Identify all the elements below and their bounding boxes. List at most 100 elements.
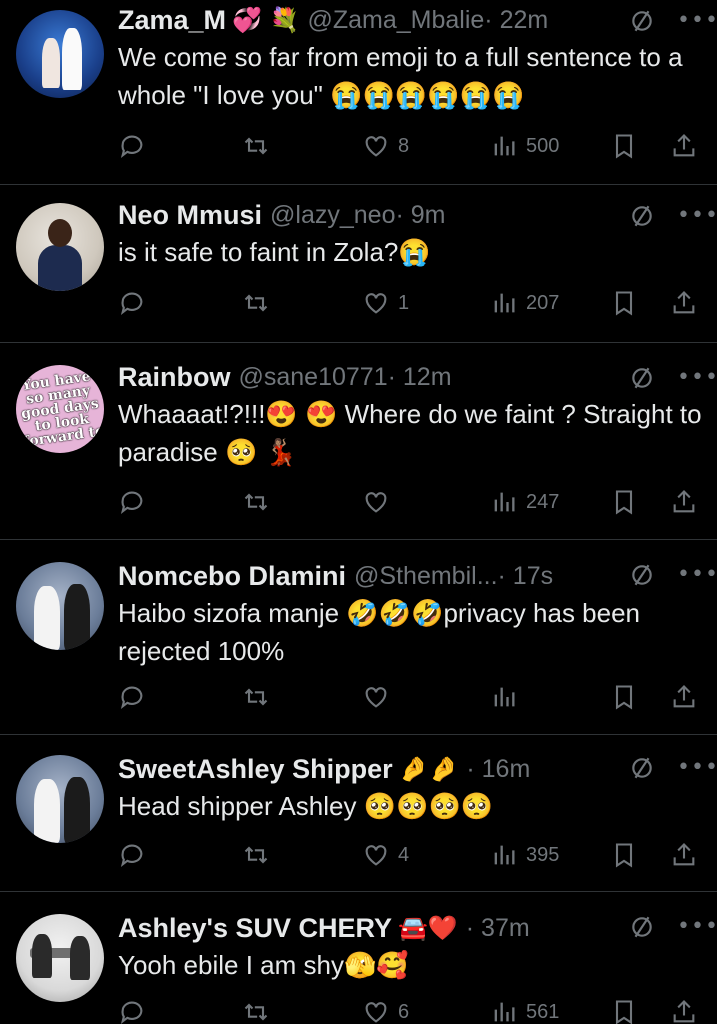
tweet-actions: 4 395 — [118, 835, 717, 875]
avatar-text: You have so many good days to look forwa… — [20, 368, 104, 451]
grok-icon[interactable] — [629, 203, 655, 229]
views-button[interactable]: 561 — [490, 998, 559, 1024]
share-button[interactable] — [670, 841, 698, 869]
avatar-figure — [38, 245, 82, 291]
avatar[interactable] — [16, 10, 104, 98]
tweet[interactable]: You have so many good days to look forwa… — [0, 343, 717, 540]
bookmark-button[interactable] — [610, 289, 638, 317]
grok-icon[interactable] — [629, 365, 655, 391]
tweet-header: Nomcebo Dlamini @Sthembil... · 17s — [118, 558, 705, 594]
tweet-header: Ashley's SUV CHERY 🚘❤️ · 37m — [118, 910, 705, 946]
retweet-button[interactable] — [242, 841, 278, 869]
like-count: 1 — [398, 291, 410, 314]
grok-icon[interactable] — [629, 914, 655, 940]
tweet-time[interactable]: · 16m — [466, 755, 530, 784]
share-icon — [673, 291, 695, 314]
more-icon[interactable]: ••• — [677, 8, 717, 34]
tweet[interactable]: Neo Mmusi @lazy_neo · 9m is it safe to f… — [0, 185, 717, 343]
more-icon[interactable]: ••• — [677, 562, 717, 588]
author-handle[interactable]: @lazy_neo — [270, 201, 395, 230]
avatar[interactable] — [16, 755, 104, 843]
tweet[interactable]: Nomcebo Dlamini @Sthembil... · 17s Haibo… — [0, 540, 717, 735]
heart-icon — [365, 136, 387, 157]
author-name[interactable]: Nomcebo Dlamini — [118, 561, 346, 592]
tweet[interactable]: SweetAshley Shipper 🤌🤌 · 16m Head shippe… — [0, 735, 717, 892]
tweet-header: Zama_M 💞 💐 @Zama_Mbalie · 22m — [118, 2, 705, 38]
bookmark-icon — [615, 1000, 633, 1024]
tweet-time[interactable]: · 12m — [388, 363, 452, 392]
bookmark-button[interactable] — [610, 841, 638, 869]
grok-icon[interactable] — [629, 755, 655, 781]
like-button[interactable]: 4 — [362, 841, 409, 869]
avatar-figure — [42, 38, 60, 88]
bookmark-button[interactable] — [610, 488, 638, 516]
more-icon[interactable]: ••• — [677, 203, 717, 229]
reply-icon — [120, 292, 143, 315]
share-button[interactable] — [670, 683, 698, 711]
tweet-time[interactable]: · 22m — [484, 6, 548, 35]
tweet[interactable]: Ashley's SUV CHERY 🚘❤️ · 37m Yooh ebile … — [0, 892, 717, 1024]
bookmark-button[interactable] — [610, 132, 638, 160]
tweet-actions: 8 500 — [118, 126, 717, 166]
avatar[interactable] — [16, 562, 104, 650]
views-button[interactable]: 207 — [490, 289, 559, 317]
share-button[interactable] — [670, 289, 698, 317]
retweet-button[interactable] — [242, 683, 278, 711]
retweet-button[interactable] — [242, 998, 278, 1024]
author-handle[interactable]: @sane10771 — [239, 363, 388, 392]
share-button[interactable] — [670, 998, 698, 1024]
views-button[interactable]: 395 — [490, 841, 559, 869]
heart-icon — [365, 845, 387, 866]
share-icon — [673, 490, 695, 513]
view-count: 561 — [526, 1000, 560, 1023]
tweet-time[interactable]: · 37m — [466, 914, 530, 943]
like-button[interactable]: 6 — [362, 998, 409, 1024]
reply-button[interactable] — [118, 132, 154, 160]
retweet-button[interactable] — [242, 132, 278, 160]
views-icon — [494, 845, 515, 865]
avatar[interactable] — [16, 914, 104, 1002]
views-button[interactable] — [490, 683, 526, 711]
more-icon[interactable]: ••• — [677, 365, 717, 391]
avatar[interactable] — [16, 203, 104, 291]
share-icon — [673, 843, 695, 866]
author-name[interactable]: Ashley's SUV CHERY — [118, 913, 392, 944]
like-button[interactable] — [362, 488, 398, 516]
grok-icon[interactable] — [629, 8, 655, 34]
view-count: 207 — [526, 291, 560, 314]
reply-button[interactable] — [118, 488, 154, 516]
retweet-button[interactable] — [242, 289, 278, 317]
retweet-icon — [244, 137, 268, 155]
like-count: 4 — [398, 843, 410, 866]
author-handle[interactable]: @Sthembil... — [354, 562, 497, 591]
reply-button[interactable] — [118, 683, 154, 711]
more-icon[interactable]: ••• — [677, 914, 717, 940]
reply-button[interactable] — [118, 289, 154, 317]
author-name[interactable]: Rainbow — [118, 362, 231, 393]
tweet-time[interactable]: · 17s — [498, 562, 554, 591]
bookmark-button[interactable] — [610, 998, 638, 1024]
views-button[interactable]: 500 — [490, 132, 559, 160]
share-button[interactable] — [670, 488, 698, 516]
tweet[interactable]: Zama_M 💞 💐 @Zama_Mbalie · 22m We come so… — [0, 0, 717, 185]
reply-button[interactable] — [118, 841, 154, 869]
avatar[interactable]: You have so many good days to look forwa… — [16, 365, 104, 453]
author-handle[interactable]: @Zama_Mbalie — [307, 6, 484, 35]
tweet-time[interactable]: · 9m — [395, 201, 445, 230]
like-count: 6 — [398, 1000, 410, 1023]
grok-icon[interactable] — [629, 562, 655, 588]
more-icon[interactable]: ••• — [677, 755, 717, 781]
like-button[interactable]: 8 — [362, 132, 409, 160]
author-name[interactable]: Neo Mmusi — [118, 200, 262, 231]
like-button[interactable]: 1 — [362, 289, 409, 317]
reply-button[interactable] — [118, 998, 154, 1024]
retweet-button[interactable] — [242, 488, 278, 516]
views-icon — [494, 293, 515, 313]
author-name[interactable]: SweetAshley Shipper — [118, 754, 393, 785]
share-button[interactable] — [670, 132, 698, 160]
like-button[interactable] — [362, 683, 398, 711]
bookmark-button[interactable] — [610, 683, 638, 711]
views-button[interactable]: 247 — [490, 488, 559, 516]
author-name[interactable]: Zama_M — [118, 5, 226, 36]
tweet-actions: 6 561 — [118, 992, 717, 1024]
